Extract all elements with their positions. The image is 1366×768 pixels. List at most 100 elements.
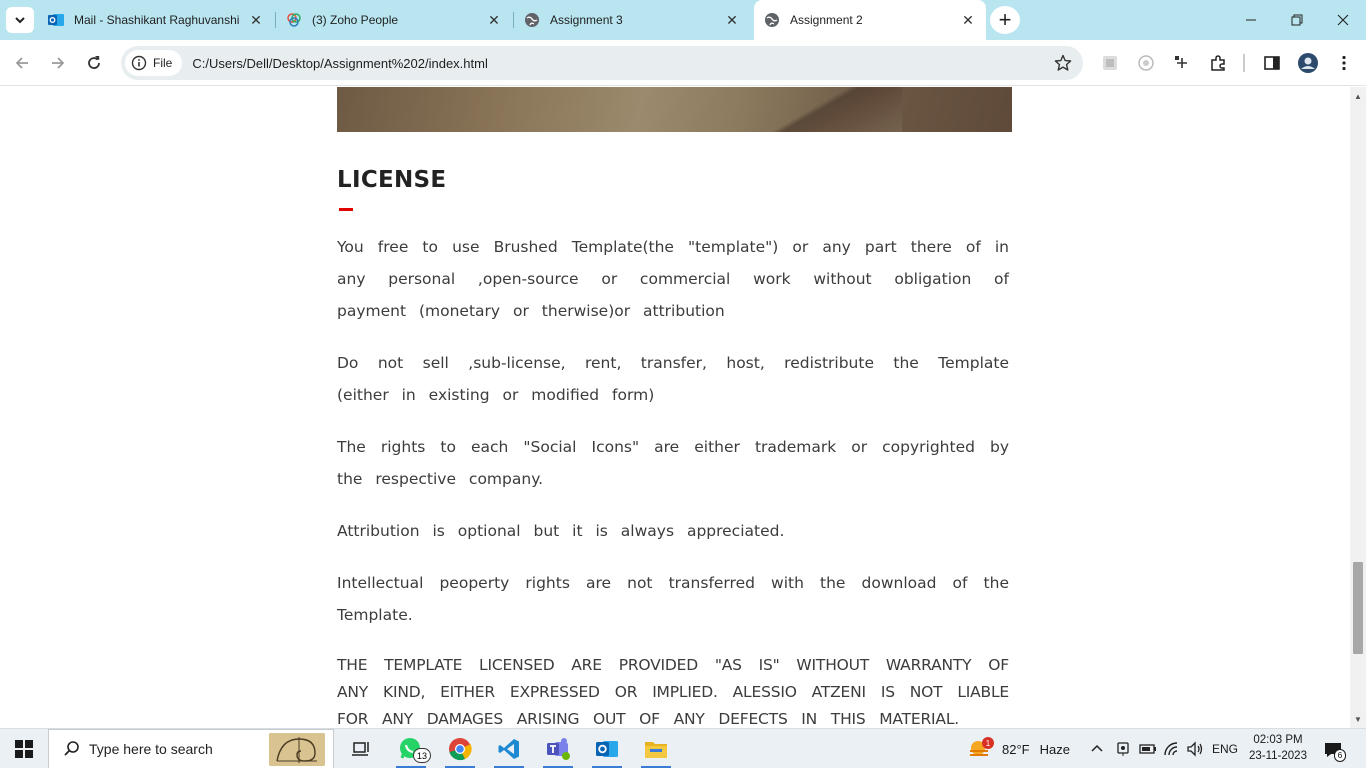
close-icon[interactable]: ✕ <box>960 12 976 28</box>
device-icon <box>1117 742 1129 756</box>
globe-icon <box>524 12 540 28</box>
scroll-down-arrow-icon[interactable]: ▼ <box>1350 712 1366 726</box>
plus-icon: + <box>998 7 1012 32</box>
address-bar[interactable]: File C:/Users/Dell/Desktop/Assignment%20… <box>121 46 1083 80</box>
extension-1-icon[interactable] <box>1099 52 1121 74</box>
close-icon[interactable]: ✕ <box>724 12 740 28</box>
extension-3-icon[interactable] <box>1171 52 1193 74</box>
start-button[interactable] <box>0 729 48 768</box>
tab-title: Assignment 3 <box>550 13 623 27</box>
reload-button[interactable] <box>79 48 109 78</box>
weather-condition: Haze <box>1039 741 1070 757</box>
windows-logo-icon <box>15 740 33 758</box>
windows-taskbar: Type here to search 13 1 82°F Haze ENG 0… <box>0 728 1366 768</box>
notification-count: 6 <box>1334 749 1346 762</box>
info-icon <box>131 55 147 71</box>
toolbar-divider <box>1243 54 1245 72</box>
close-window-button[interactable] <box>1320 0 1366 40</box>
license-paragraph: The rights to each "Social Icons" are ei… <box>337 438 1009 488</box>
notification-center-button[interactable]: 6 <box>1322 739 1346 762</box>
new-tab-button[interactable]: + <box>990 6 1020 34</box>
weather-badge: 1 <box>982 737 994 749</box>
weather-widget[interactable]: 1 82°F Haze <box>968 729 1070 768</box>
wifi-icon <box>1164 742 1178 756</box>
site-info-chip[interactable]: File <box>125 50 183 76</box>
minimize-button[interactable] <box>1228 0 1274 40</box>
globe-icon <box>764 12 780 28</box>
whatsapp-badge: 13 <box>413 748 431 763</box>
profile-avatar[interactable] <box>1297 52 1319 74</box>
outlook-icon <box>596 741 618 757</box>
tab-mail[interactable]: Mail - Shashikant Raghuvanshi ✕ <box>38 6 274 34</box>
license-heading: LICENSE <box>337 167 447 193</box>
tab-assignment-2[interactable]: Assignment 2 ✕ <box>754 0 986 40</box>
restore-icon <box>1291 14 1303 26</box>
search-icon <box>64 741 79 756</box>
extensions-puzzle-icon[interactable] <box>1207 52 1229 74</box>
file-explorer-app[interactable] <box>633 729 679 768</box>
page-viewport: LICENSE You free to use Brushed Template… <box>0 87 1350 728</box>
chevron-down-icon <box>15 17 25 24</box>
extension-2-icon[interactable] <box>1135 52 1157 74</box>
weather-temp: 82°F <box>1002 741 1030 757</box>
search-highlight-image <box>269 733 325 766</box>
teams-app[interactable] <box>535 729 581 768</box>
url-text[interactable]: C:/Users/Dell/Desktop/Assignment%202/ind… <box>192 56 1049 71</box>
zoho-icon <box>286 12 302 28</box>
restore-button[interactable] <box>1274 0 1320 40</box>
arrow-left-icon <box>15 57 28 69</box>
search-placeholder: Type here to search <box>89 741 213 757</box>
chevron-up-icon <box>1091 744 1103 752</box>
tab-zoho[interactable]: (3) Zoho People ✕ <box>276 6 512 34</box>
taskbar-search-box[interactable]: Type here to search <box>48 729 334 768</box>
minimize-icon <box>1246 19 1256 21</box>
tab-search-button[interactable] <box>6 7 34 33</box>
tab-strip: Mail - Shashikant Raghuvanshi ✕ (3) Zoho… <box>0 0 1366 40</box>
taskbar-clock[interactable]: 02:03 PM 23-11-2023 <box>1240 732 1316 764</box>
bookmark-star-button[interactable] <box>1049 49 1077 77</box>
scrollbar-thumb[interactable] <box>1353 562 1363 654</box>
close-icon[interactable]: ✕ <box>486 12 502 28</box>
disclaimer-paragraph: THE TEMPLATE LICENSED ARE PROVIDED "AS I… <box>337 656 1009 728</box>
license-paragraph: Do not sell ,sub-license, rent, transfer… <box>337 354 1009 404</box>
close-icon <box>1337 14 1349 26</box>
show-hidden-icons-button[interactable] <box>1090 729 1104 768</box>
folder-icon <box>645 742 667 758</box>
outlook-icon <box>48 12 64 28</box>
speaker-icon <box>1187 741 1203 757</box>
outlook-app[interactable] <box>584 729 630 768</box>
scroll-up-arrow-icon[interactable]: ▲ <box>1350 89 1366 103</box>
license-paragraph: Attribution is optional but it is always… <box>337 522 785 540</box>
page-scrollbar[interactable]: ▲ ▼ <box>1350 87 1366 728</box>
clock-date: 23-11-2023 <box>1249 750 1307 762</box>
back-button[interactable] <box>7 48 37 78</box>
tab-title: Assignment 2 <box>790 13 863 27</box>
tray-icon-device[interactable] <box>1115 729 1131 768</box>
vscode-app[interactable] <box>486 729 532 768</box>
reload-icon <box>88 56 100 69</box>
browser-toolbar: File C:/Users/Dell/Desktop/Assignment%20… <box>0 40 1366 86</box>
whatsapp-app[interactable]: 13 <box>388 729 434 768</box>
task-view-icon <box>352 742 369 756</box>
chrome-app[interactable] <box>437 729 483 768</box>
language-label: ENG <box>1212 742 1239 756</box>
chip-label: File <box>153 56 173 70</box>
chrome-icon <box>449 738 472 761</box>
menu-kebab-icon[interactable] <box>1333 52 1355 74</box>
language-indicator[interactable]: ENG <box>1212 729 1238 768</box>
volume-indicator[interactable] <box>1186 729 1204 768</box>
star-icon <box>1054 54 1072 71</box>
close-icon[interactable]: ✕ <box>248 12 264 28</box>
battery-icon <box>1139 744 1156 754</box>
heading-underline <box>339 208 353 211</box>
battery-indicator[interactable] <box>1139 729 1157 768</box>
forward-button[interactable] <box>43 48 73 78</box>
tab-assignment-3[interactable]: Assignment 3 ✕ <box>514 6 750 34</box>
wifi-indicator[interactable] <box>1163 729 1181 768</box>
hero-image <box>337 87 1012 132</box>
task-view-button[interactable] <box>338 729 384 768</box>
vscode-icon <box>498 739 519 759</box>
side-panel-icon[interactable] <box>1261 52 1283 74</box>
tab-title: Mail - Shashikant Raghuvanshi <box>74 13 240 27</box>
tab-title: (3) Zoho People <box>312 13 399 27</box>
